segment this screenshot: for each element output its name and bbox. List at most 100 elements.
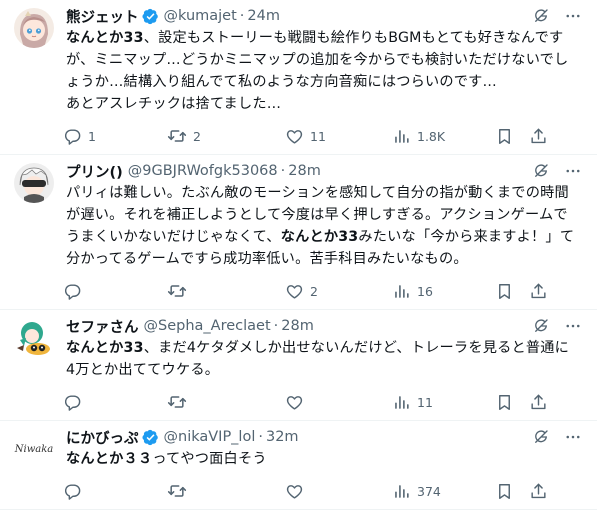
- views-count: 11: [417, 394, 433, 410]
- tweet-text-segment: ってやつ面白そう: [152, 451, 267, 467]
- timestamp[interactable]: 32m: [266, 429, 299, 445]
- action-bar: 1 2 11 1.8K: [62, 118, 577, 154]
- views-button[interactable]: 11: [391, 392, 494, 412]
- avatar[interactable]: [14, 163, 54, 203]
- tweet-header: にかびっぷ @nikaVIP_lol · 32m: [66, 427, 577, 447]
- grok-icon[interactable]: [531, 427, 551, 447]
- grok-icon[interactable]: [531, 6, 551, 26]
- share-icon: [528, 126, 548, 146]
- user-handle[interactable]: @kumajet: [164, 8, 237, 24]
- tweet-top-actions: [531, 161, 583, 181]
- reply-icon: [62, 481, 82, 501]
- views-count: 1.8K: [417, 128, 446, 144]
- reply-button[interactable]: [62, 481, 167, 501]
- share-button[interactable]: [528, 392, 552, 412]
- tweet[interactable]: プリン() @9GBJRWofgk53068 · 28m パリィは難しい。たぶん…: [0, 155, 597, 310]
- grok-icon[interactable]: [531, 316, 551, 336]
- verified-badge-icon: [141, 8, 159, 25]
- reply-button[interactable]: 1: [62, 126, 167, 146]
- avatar[interactable]: Niwaka: [14, 429, 54, 469]
- tweet-text: なんとか33、設定もストーリーも戦闘も絵作りもBGMもとても好きなんですが、ミニ…: [66, 27, 577, 115]
- views-icon: [391, 281, 411, 301]
- separator-dot: ·: [273, 318, 279, 334]
- avatar-column: [14, 161, 66, 309]
- bookmark-icon: [494, 392, 514, 412]
- more-icon[interactable]: [563, 427, 583, 447]
- grok-icon[interactable]: [531, 161, 551, 181]
- share-button[interactable]: [528, 481, 552, 501]
- tweet-top-actions: [531, 6, 583, 26]
- bookmark-icon: [494, 481, 514, 501]
- tweet-content: 熊ジェット @kumajet · 24m なんとか33、設定もストーリーも戦闘も…: [64, 6, 583, 154]
- user-handle[interactable]: @9GBJRWofgk53068: [128, 163, 278, 179]
- action-bar: 374: [62, 473, 577, 509]
- user-handle[interactable]: @Sepha_Areclaet: [144, 318, 271, 334]
- display-name[interactable]: プリン(): [66, 161, 123, 182]
- verified-badge-icon: [141, 429, 159, 446]
- views-button[interactable]: 374: [391, 481, 494, 501]
- timestamp[interactable]: 28m: [281, 318, 314, 334]
- separator-dot: ·: [239, 8, 245, 24]
- views-button[interactable]: 16: [391, 281, 494, 301]
- bookmark-button[interactable]: [494, 481, 528, 501]
- more-icon[interactable]: [563, 6, 583, 26]
- like-button[interactable]: [284, 392, 391, 412]
- separator-dot: ·: [258, 429, 263, 445]
- display-name[interactable]: にかびっぷ: [66, 427, 139, 448]
- bookmark-button[interactable]: [494, 281, 528, 301]
- share-button[interactable]: [528, 281, 552, 301]
- timestamp[interactable]: 24m: [247, 8, 280, 24]
- display-name[interactable]: 熊ジェット: [66, 6, 139, 27]
- heart-icon: [284, 281, 304, 301]
- retweet-icon: [167, 392, 187, 412]
- avatar[interactable]: [14, 318, 54, 358]
- tweet-content: にかびっぷ @nikaVIP_lol · 32m なんとか３３ってやつ面白そう: [64, 427, 583, 509]
- views-icon: [391, 126, 411, 146]
- tweet-text-segment: あとアスレチックは捨てました…: [66, 96, 282, 112]
- retweet-icon: [167, 126, 187, 146]
- share-icon: [528, 281, 548, 301]
- like-button[interactable]: 2: [284, 281, 391, 301]
- tweet[interactable]: 熊ジェット @kumajet · 24m なんとか33、設定もストーリーも戦闘も…: [0, 0, 597, 155]
- reply-icon: [62, 392, 82, 412]
- reply-count: 1: [88, 128, 96, 144]
- reply-button[interactable]: [62, 392, 167, 412]
- tweet[interactable]: Niwaka にかびっぷ @nikaVIP_lol · 32m なんとか３３って…: [0, 421, 597, 510]
- retweet-button[interactable]: [167, 281, 284, 301]
- tweet-header: セファさん @Sepha_Areclaet · 28m: [66, 316, 577, 336]
- reply-button[interactable]: [62, 281, 167, 301]
- timeline-feed: 熊ジェット @kumajet · 24m なんとか33、設定もストーリーも戦闘も…: [0, 0, 597, 510]
- views-button[interactable]: 1.8K: [391, 126, 494, 146]
- retweet-button[interactable]: [167, 392, 284, 412]
- like-button[interactable]: [284, 481, 391, 501]
- separator-dot: ·: [280, 163, 286, 179]
- bookmark-icon: [494, 126, 514, 146]
- heart-icon: [284, 481, 304, 501]
- bookmark-button[interactable]: [494, 126, 528, 146]
- retweet-button[interactable]: 2: [167, 126, 284, 146]
- avatar[interactable]: [14, 8, 54, 48]
- reply-icon: [62, 126, 82, 146]
- bookmark-button[interactable]: [494, 392, 528, 412]
- share-button[interactable]: [528, 126, 552, 146]
- retweet-button[interactable]: [167, 481, 284, 501]
- bookmark-icon: [494, 281, 514, 301]
- tweet-text: なんとか３３ってやつ面白そう: [66, 448, 577, 470]
- share-icon: [528, 392, 548, 412]
- tweet[interactable]: セファさん @Sepha_Areclaet · 28m なんとか33、まだ4ケタ…: [0, 310, 597, 421]
- views-count: 374: [417, 483, 441, 499]
- action-bar: 11: [62, 384, 577, 420]
- tweet-top-actions: [531, 427, 583, 447]
- avatar-column: Niwaka: [14, 427, 66, 509]
- avatar-logo-text: Niwaka: [14, 443, 54, 455]
- more-icon[interactable]: [563, 161, 583, 181]
- user-handle[interactable]: @nikaVIP_lol: [164, 429, 256, 445]
- display-name[interactable]: セファさん: [66, 316, 139, 337]
- more-icon[interactable]: [563, 316, 583, 336]
- share-icon: [528, 481, 548, 501]
- action-bar: 2 16: [62, 273, 577, 309]
- like-button[interactable]: 11: [284, 126, 391, 146]
- retweet-icon: [167, 281, 187, 301]
- timestamp[interactable]: 28m: [288, 163, 321, 179]
- tweet-text: パリィは難しい。たぶん敵のモーションを感知して自分の指が動くまでの時間が遅い。そ…: [66, 182, 577, 270]
